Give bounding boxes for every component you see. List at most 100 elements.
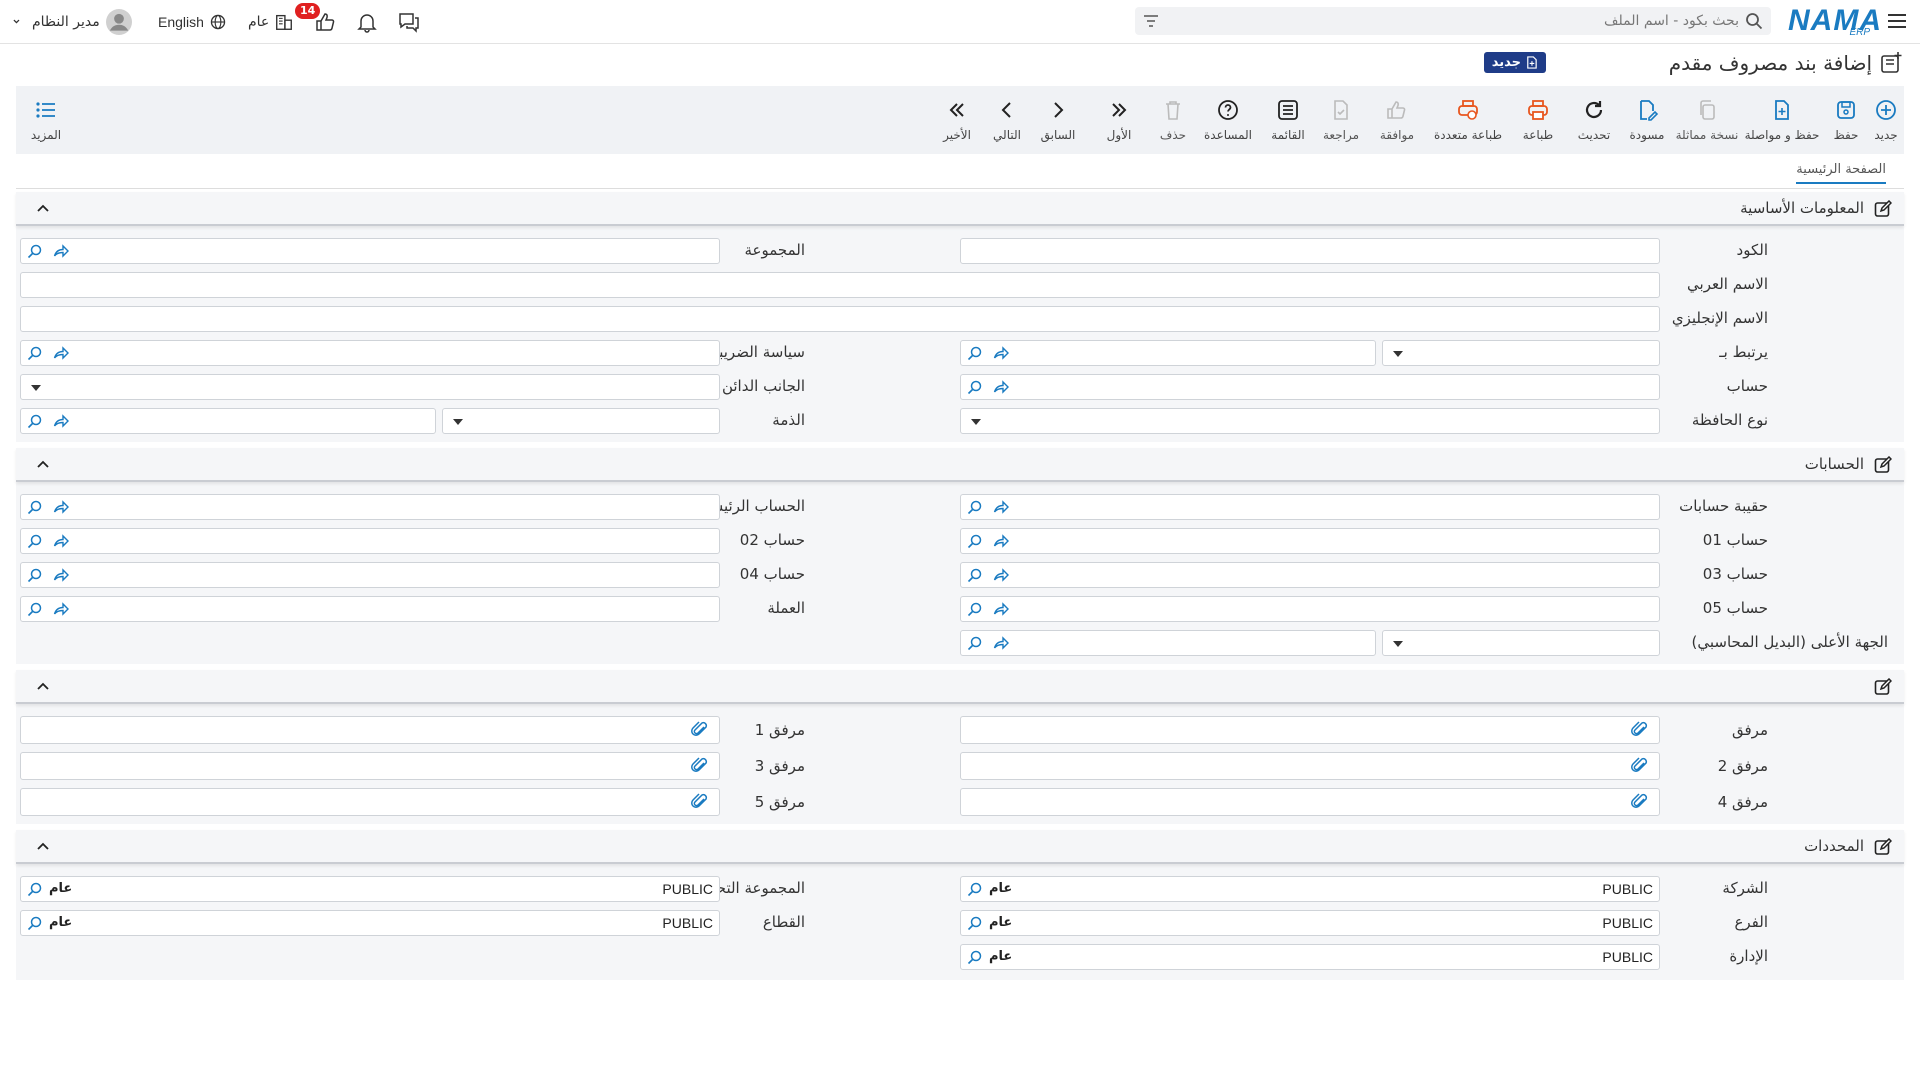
group-field[interactable] — [20, 238, 720, 264]
nama-logo[interactable]: NAMA ERP — [1788, 4, 1881, 38]
search-refresh-icon[interactable] — [27, 601, 43, 617]
attachment1-field[interactable] — [20, 716, 720, 744]
share-arrow-icon[interactable] — [53, 243, 69, 259]
search-refresh-icon[interactable] — [967, 567, 983, 583]
tab-main[interactable]: الصفحة الرئيسية — [1796, 162, 1886, 184]
hamburger-menu-icon[interactable] — [1886, 10, 1908, 32]
company-field[interactable]: PUBLIC عام — [960, 876, 1660, 902]
share-arrow-icon[interactable] — [993, 499, 1009, 515]
paperclip-icon[interactable] — [1631, 757, 1649, 775]
share-arrow-icon[interactable] — [53, 499, 69, 515]
attachment2-field[interactable] — [960, 752, 1660, 780]
paperclip-icon[interactable] — [691, 793, 709, 811]
account-field[interactable] — [960, 374, 1660, 400]
share-arrow-icon[interactable] — [53, 345, 69, 361]
dimensions-header[interactable]: المحددات — [16, 830, 1904, 864]
next-button[interactable]: التالي — [990, 86, 1024, 154]
multi-print-button[interactable]: طباعة متعددة — [1430, 86, 1506, 154]
liability-type-select[interactable] — [442, 408, 720, 434]
english-name-field[interactable] — [20, 306, 1660, 332]
share-arrow-icon[interactable] — [993, 635, 1009, 651]
refresh-button[interactable]: تحديث — [1574, 86, 1614, 154]
chevron-up-icon[interactable] — [36, 840, 50, 854]
paperclip-icon[interactable] — [691, 757, 709, 775]
account02-field[interactable] — [20, 528, 720, 554]
chat-icon[interactable] — [398, 11, 420, 33]
arabic-name-field[interactable] — [20, 272, 1660, 298]
search-refresh-icon[interactable] — [27, 243, 43, 259]
review-button[interactable]: مراجعة — [1318, 86, 1364, 154]
draft-button[interactable]: مسودة — [1624, 86, 1670, 154]
portfolio-type-select[interactable] — [960, 408, 1660, 434]
share-arrow-icon[interactable] — [993, 345, 1009, 361]
search-refresh-icon[interactable] — [967, 949, 983, 965]
currency-field[interactable] — [20, 596, 720, 622]
tax-policy-field[interactable] — [20, 340, 720, 366]
share-arrow-icon[interactable] — [993, 567, 1009, 583]
search-refresh-icon[interactable] — [967, 533, 983, 549]
attachment4-field[interactable] — [960, 788, 1660, 816]
basic-info-header[interactable]: المعلومات الأساسية — [16, 192, 1904, 226]
list-button[interactable]: القائمة — [1268, 86, 1308, 154]
previous-button[interactable]: السابق — [1038, 86, 1078, 154]
search-refresh-icon[interactable] — [967, 635, 983, 651]
chevron-up-icon[interactable] — [36, 458, 50, 472]
search-refresh-icon[interactable] — [27, 567, 43, 583]
chevron-up-icon[interactable] — [36, 202, 50, 216]
branch-field[interactable]: PUBLIC عام — [960, 910, 1660, 936]
search-refresh-icon[interactable] — [27, 345, 43, 361]
accounts-header[interactable]: الحسابات — [16, 448, 1904, 482]
linked-to-field[interactable] — [960, 340, 1376, 366]
copy-button[interactable]: نسخة مماثلة — [1674, 86, 1740, 154]
search-refresh-icon[interactable] — [27, 499, 43, 515]
account03-field[interactable] — [960, 562, 1660, 588]
account04-field[interactable] — [20, 562, 720, 588]
main-account-field[interactable] — [20, 494, 720, 520]
department-field[interactable]: PUBLIC عام — [960, 944, 1660, 970]
attachment5-field[interactable] — [20, 788, 720, 816]
approve-button[interactable]: موافقة — [1374, 86, 1420, 154]
linked-to-type-select[interactable] — [1382, 340, 1660, 366]
share-arrow-icon[interactable] — [53, 533, 69, 549]
search-refresh-icon[interactable] — [27, 413, 43, 429]
print-button[interactable]: طباعة — [1518, 86, 1558, 154]
sector-field[interactable]: PUBLIC عام — [20, 910, 720, 936]
search-refresh-icon[interactable] — [27, 915, 43, 931]
share-arrow-icon[interactable] — [53, 567, 69, 583]
search-refresh-icon[interactable] — [27, 881, 43, 897]
paperclip-icon[interactable] — [691, 721, 709, 739]
account01-field[interactable] — [960, 528, 1660, 554]
liability-field[interactable] — [20, 408, 436, 434]
help-button[interactable]: المساعدة — [1200, 86, 1256, 154]
search-refresh-icon[interactable] — [967, 601, 983, 617]
attachment-field[interactable] — [960, 716, 1660, 744]
search-refresh-icon[interactable] — [967, 881, 983, 897]
search-input[interactable]: بحث بكود - اسم الملف — [1604, 13, 1739, 29]
language-switch[interactable]: English — [158, 0, 227, 43]
paperclip-icon[interactable] — [1631, 721, 1649, 739]
last-button[interactable]: الأخير — [940, 86, 974, 154]
bell-icon[interactable] — [356, 11, 378, 33]
attachments-header[interactable] — [16, 670, 1904, 704]
higher-entity-field[interactable] — [960, 630, 1376, 656]
share-arrow-icon[interactable] — [993, 533, 1009, 549]
account-bag-field[interactable] — [960, 494, 1660, 520]
scope-switch[interactable]: عام — [248, 0, 294, 43]
search-refresh-icon[interactable] — [967, 379, 983, 395]
search-refresh-icon[interactable] — [967, 345, 983, 361]
account05-field[interactable] — [960, 596, 1660, 622]
credit-side-select[interactable] — [20, 374, 720, 400]
higher-entity-type-select[interactable] — [1382, 630, 1660, 656]
chevron-up-icon[interactable] — [36, 680, 50, 694]
filter-icon[interactable] — [1143, 13, 1159, 29]
save-continue-button[interactable]: حفظ و مواصلة — [1744, 86, 1820, 154]
search-refresh-icon[interactable] — [967, 499, 983, 515]
first-button[interactable]: الأول — [1104, 86, 1134, 154]
share-arrow-icon[interactable] — [53, 413, 69, 429]
share-arrow-icon[interactable] — [993, 379, 1009, 395]
user-menu[interactable]: مدير النظام — [12, 0, 132, 43]
code-field[interactable] — [960, 238, 1660, 264]
search-bar[interactable]: بحث بكود - اسم الملف — [1135, 7, 1771, 35]
attachment3-field[interactable] — [20, 752, 720, 780]
new-button[interactable]: جديد — [1868, 86, 1904, 154]
